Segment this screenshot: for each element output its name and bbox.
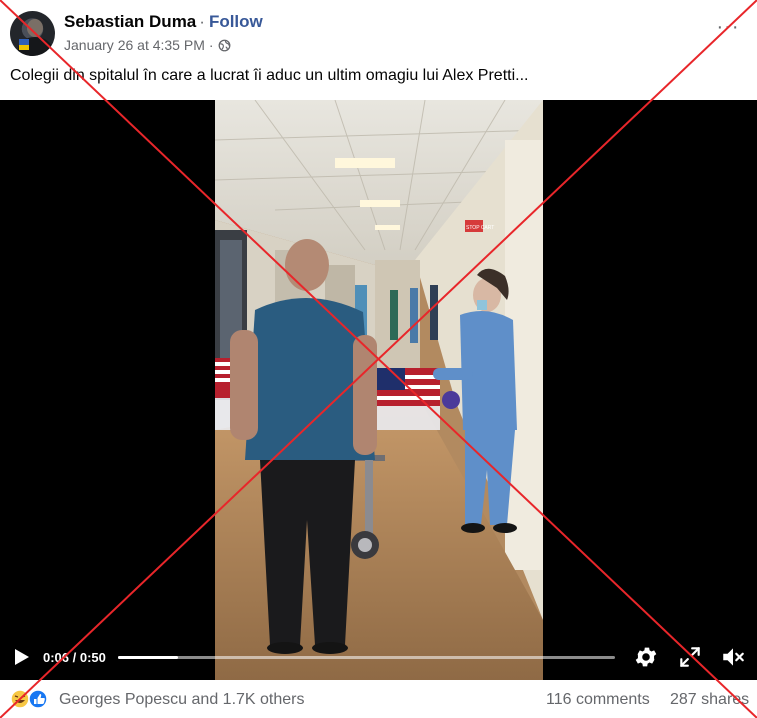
post-header: Sebastian Duma · Follow January 26 at 4:35…	[0, 0, 757, 66]
like-reaction-icon	[28, 689, 48, 709]
video-time: 0:06 / 0:50	[43, 650, 106, 665]
stop-cart-sign: STOP CART	[466, 225, 494, 231]
settings-gear-icon[interactable]	[633, 644, 659, 670]
reactions-label[interactable]: Georges Popescu and 1.7K others	[59, 691, 305, 709]
post-caption: Colegii din spitalul în care a lucrat îi…	[10, 67, 529, 84]
author-line: Sebastian Duma · Follow	[64, 12, 263, 32]
progress-bar[interactable]	[118, 656, 615, 659]
hospital-corridor-scene: STOP CART	[215, 100, 543, 680]
meta-separator: ·	[208, 37, 214, 53]
comments-count[interactable]: 116 comments	[546, 691, 650, 709]
avatar-flag-badge-lower	[19, 45, 29, 50]
shares-count[interactable]: 287 shares	[670, 691, 749, 709]
avatar-head	[27, 19, 43, 37]
video-controls: 0:06 / 0:50	[0, 636, 757, 680]
post-footer: Georges Popescu and 1.7K others 116 comm…	[0, 680, 757, 718]
video-player[interactable]: STOP CART 0:06 / 0:50	[0, 100, 757, 680]
play-icon[interactable]	[14, 648, 30, 666]
haha-reaction-icon	[10, 689, 30, 709]
video-frame: STOP CART	[215, 100, 543, 680]
author-avatar[interactable]	[10, 11, 55, 56]
globe-icon	[218, 39, 230, 51]
reactions-icons[interactable]	[10, 689, 54, 709]
volume-muted-icon[interactable]	[720, 644, 746, 670]
post-meta: January 26 at 4:35 PM ·	[64, 37, 231, 53]
progress-fill	[118, 656, 178, 659]
author-name[interactable]: Sebastian Duma	[64, 12, 196, 31]
fullscreen-icon[interactable]	[677, 644, 703, 670]
follow-button[interactable]: Follow	[209, 12, 263, 31]
more-options-button[interactable]: ···	[714, 17, 742, 38]
post-timestamp[interactable]: January 26 at 4:35 PM	[64, 37, 205, 53]
name-separator: ·	[199, 12, 205, 31]
